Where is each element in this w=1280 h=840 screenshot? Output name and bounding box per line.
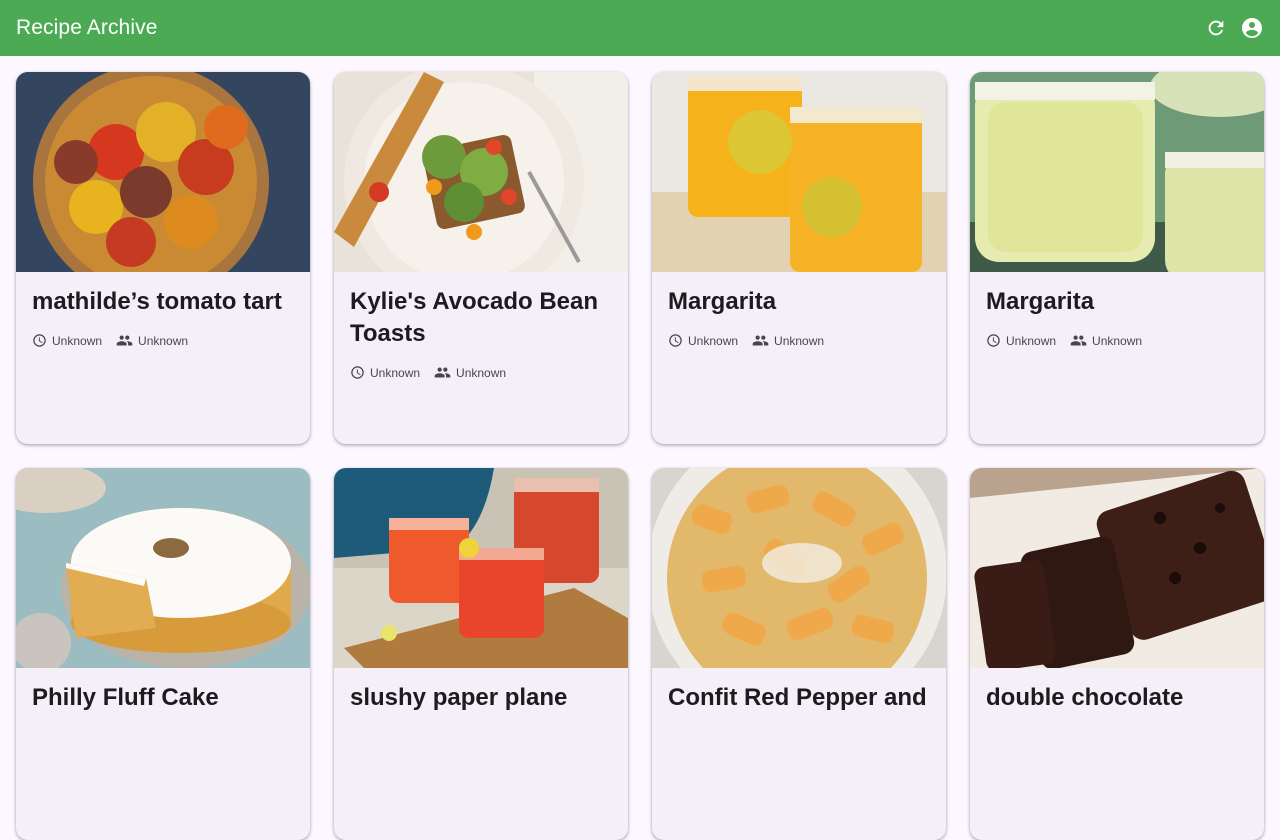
refresh-button[interactable]: [1198, 10, 1234, 46]
lime-margarita-photo: [970, 72, 1264, 272]
recipe-card[interactable]: Philly Fluff Cake: [16, 468, 310, 840]
servings-value: Unknown: [1092, 333, 1143, 348]
servings-value: Unknown: [456, 365, 507, 380]
prep-time-value: Unknown: [370, 365, 421, 380]
prep-time-value: Unknown: [1006, 333, 1057, 348]
recipe-title: Philly Fluff Cake: [32, 684, 219, 711]
recipe-title: Confit Red Pepper and: [668, 684, 927, 711]
prep-time: Unknown: [668, 333, 738, 348]
recipe-card[interactable]: mathilde’s tomato tart Unknown Unknown: [16, 72, 310, 444]
recipe-meta: Unknown Unknown: [986, 332, 1248, 349]
people-icon: [1070, 335, 1087, 346]
clock-icon: [351, 366, 364, 379]
people-icon: [434, 367, 451, 378]
app-title: Recipe Archive: [16, 16, 158, 39]
clock-icon: [669, 334, 682, 347]
prep-time: Unknown: [32, 333, 102, 348]
prep-time-value: Unknown: [52, 333, 103, 348]
recipe-card[interactable]: double chocolate: [970, 468, 1264, 840]
recipe-title: Kylie's Avocado Bean Toasts: [350, 288, 599, 347]
recipe-meta: Unknown Unknown: [32, 332, 294, 349]
chocolate-loaf-photo: [970, 468, 1264, 668]
account-circle-icon: [1242, 18, 1262, 38]
servings: Unknown: [752, 332, 824, 349]
recipe-card[interactable]: Margarita Unknown Unknown: [970, 72, 1264, 444]
app-bar: Recipe Archive: [0, 0, 1280, 56]
account-button[interactable]: [1234, 10, 1270, 46]
recipe-title: double chocolate: [986, 684, 1184, 711]
recipe-card[interactable]: Kylie's Avocado Bean Toasts Unknown Unkn…: [334, 72, 628, 444]
tomato-tart-photo: [16, 72, 310, 272]
servings: Unknown: [116, 332, 188, 349]
recipe-title: Margarita: [668, 288, 777, 315]
avocado-toast-photo: [334, 72, 628, 272]
servings-value: Unknown: [138, 333, 189, 348]
people-icon: [116, 335, 133, 346]
orange-margarita-photo: [652, 72, 946, 272]
clock-icon: [33, 334, 46, 347]
recipe-card[interactable]: Confit Red Pepper and: [652, 468, 946, 840]
recipe-meta: Unknown Unknown: [350, 364, 612, 381]
recipe-meta: Unknown Unknown: [668, 332, 930, 349]
prep-time-value: Unknown: [688, 333, 739, 348]
recipe-title: mathilde’s tomato tart: [32, 288, 282, 315]
servings: Unknown: [1070, 332, 1142, 349]
refresh-icon: [1208, 20, 1224, 36]
paper-plane-cocktail-photo: [334, 468, 628, 668]
people-icon: [752, 335, 769, 346]
prep-time: Unknown: [986, 333, 1056, 348]
clock-icon: [987, 334, 1000, 347]
pepper-pasta-photo: [652, 468, 946, 668]
servings: Unknown: [434, 364, 506, 381]
prep-time: Unknown: [350, 365, 420, 380]
fluff-cake-photo: [16, 468, 310, 668]
recipe-title: slushy paper plane: [350, 684, 568, 711]
recipe-title: Margarita: [986, 288, 1095, 315]
recipe-grid: mathilde’s tomato tart Unknown Unknown K…: [16, 72, 1264, 840]
servings-value: Unknown: [774, 333, 825, 348]
recipe-card[interactable]: Margarita Unknown Unknown: [652, 72, 946, 444]
recipe-card[interactable]: slushy paper plane: [334, 468, 628, 840]
